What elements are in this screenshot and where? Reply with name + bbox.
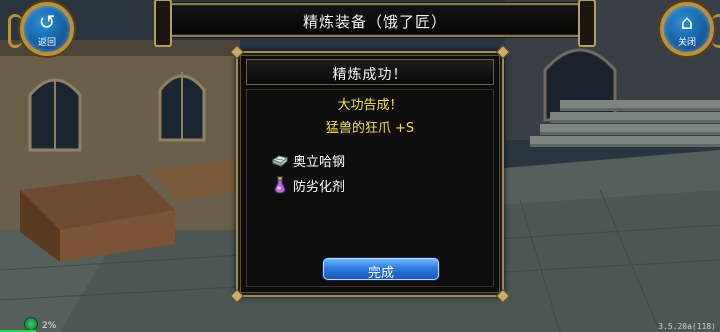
dialog-header: 精炼成功！ xyxy=(246,59,494,85)
material-name: 防劣化剂 xyxy=(293,179,346,195)
dialog-title: 精炼成功！ xyxy=(332,67,408,83)
back-button[interactable]: ↺ 返回 xyxy=(8,2,74,56)
result-message: 大功告成！ xyxy=(337,98,403,113)
button-frame-ornament xyxy=(712,14,720,48)
complete-button[interactable]: 完成 xyxy=(323,258,439,281)
potion-bottle-icon xyxy=(271,176,289,194)
refine-result-dialog: 精炼成功！ 大功告成！ 猛兽的狂爪 +S 奥立哈钢 防劣化剂 完成 xyxy=(229,44,511,304)
steel-ingot-icon xyxy=(271,151,289,169)
status-bar: 2% 3.5.20a(118) xyxy=(0,317,720,332)
complete-button-label: 完成 xyxy=(367,266,394,281)
close-button[interactable]: ⌂ 关闭 xyxy=(660,2,720,56)
material-item: 奥立哈钢 xyxy=(271,150,345,170)
dialog-body: 大功告成！ 猛兽的狂爪 +S 奥立哈钢 防劣化剂 完成 xyxy=(246,89,494,287)
screen-title: 精炼装备（饿了匠） xyxy=(302,13,447,31)
close-button-label: 关闭 xyxy=(677,38,696,48)
material-name: 奥立哈钢 xyxy=(293,154,346,170)
back-arrow-icon: ↺ xyxy=(38,10,56,34)
network-percent: 2% xyxy=(42,321,57,331)
button-frame-ornament xyxy=(8,14,22,48)
refined-item-name: 猛兽的狂爪 +S xyxy=(325,121,415,136)
home-icon: ⌂ xyxy=(680,10,694,34)
version-label: 3.5.20a(118) xyxy=(658,322,716,331)
back-button-label: 返回 xyxy=(37,38,56,48)
screen-title-bar: 精炼装备（饿了匠） xyxy=(154,0,596,47)
material-item: 防劣化剂 xyxy=(271,175,345,195)
network-status-icon xyxy=(24,317,38,331)
